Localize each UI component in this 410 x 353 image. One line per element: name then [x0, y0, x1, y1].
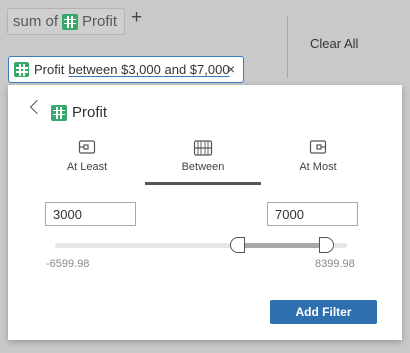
tab-at-most[interactable]: At Most	[260, 133, 376, 185]
panel-field-title: Profit	[51, 104, 107, 121]
range-max-label: 8399.98	[315, 258, 355, 270]
clear-all-button[interactable]: Clear All	[310, 36, 358, 51]
at-least-icon	[78, 140, 96, 154]
range-min-label: -6599.98	[46, 258, 90, 270]
filter-chip[interactable]: Profit between $3,000 and $7,000 ×	[8, 56, 244, 83]
at-most-icon	[309, 140, 327, 154]
chip-field: Profit	[34, 62, 65, 77]
range-slider-min-handle[interactable]	[230, 237, 245, 253]
add-icon[interactable]: +	[131, 7, 142, 29]
add-filter-button[interactable]: Add Filter	[270, 300, 377, 324]
close-icon[interactable]: ×	[227, 61, 235, 77]
tab-label: Between	[181, 161, 225, 173]
divider	[287, 16, 288, 78]
panel-field-name: Profit	[72, 104, 108, 121]
chevron-left-icon[interactable]	[29, 99, 45, 115]
tab-between[interactable]: Between	[145, 133, 261, 185]
filter-panel: Profit At Least Between At Most 3000 700…	[8, 85, 402, 340]
range-slider-fill	[236, 243, 328, 248]
mode-tabs: At Least Between At Most	[8, 133, 402, 185]
sum-prefix: sum of	[13, 13, 59, 30]
between-icon	[193, 140, 213, 156]
measure-field-icon	[51, 104, 67, 121]
measure-field-name: Profit	[82, 13, 118, 30]
sum-profit-pill[interactable]: sum of Profit	[7, 8, 126, 35]
min-value-input[interactable]	[45, 202, 136, 226]
range-slider-max-handle[interactable]	[319, 237, 334, 253]
tab-at-least[interactable]: At Least	[29, 133, 145, 185]
measure-field-icon	[62, 13, 79, 30]
max-value-input[interactable]	[267, 202, 358, 226]
tab-label: At Least	[66, 161, 108, 173]
chip-condition[interactable]: between $3,000 and $7,000	[68, 62, 229, 77]
tab-label: At Most	[299, 161, 337, 173]
measure-field-icon	[14, 62, 29, 77]
